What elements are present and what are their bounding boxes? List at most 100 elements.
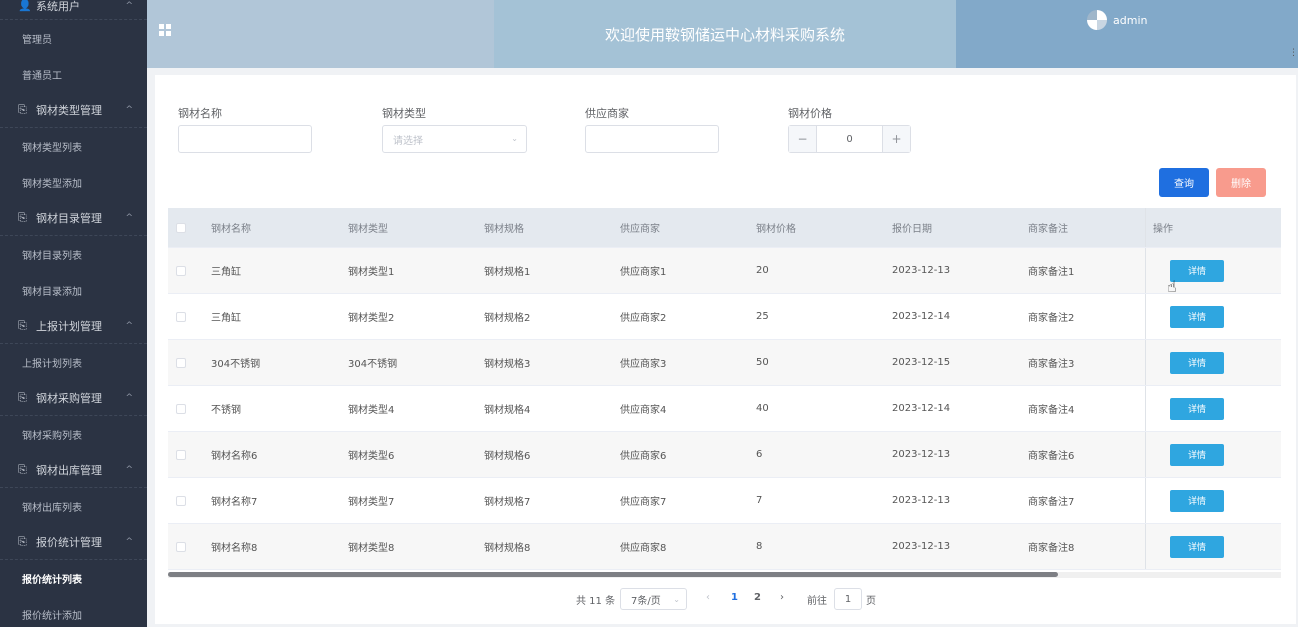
scrollbar-thumb[interactable]: [168, 572, 1058, 577]
sidebar-group[interactable]: 👤 系统用户 ^: [0, 0, 147, 20]
sidebar-item[interactable]: 钢材采购列表: [0, 416, 147, 452]
chevron-up-icon: ^: [125, 320, 133, 331]
supplier-label: 供应商家: [585, 107, 629, 120]
username[interactable]: admin: [1113, 14, 1147, 27]
table-cell: 钢材类型1: [348, 267, 395, 278]
row-checkbox[interactable]: [176, 541, 186, 552]
horizontal-scrollbar[interactable]: [168, 572, 1281, 578]
table-cell: 2023-12-14: [892, 403, 951, 414]
detail-button[interactable]: 详情: [1170, 489, 1224, 512]
table-cell: 钢材规格2: [484, 313, 531, 324]
table-cell: 商家备注3: [1028, 359, 1075, 370]
table-cell: 商家备注8: [1028, 543, 1075, 554]
user-icon: 👤: [18, 0, 32, 12]
doc-icon: ⎘: [18, 102, 27, 116]
table-cell: 商家备注2: [1028, 313, 1075, 324]
delete-button[interactable]: 删除: [1216, 168, 1266, 197]
sidebar-item[interactable]: 管理员: [0, 20, 147, 56]
sidebar-group[interactable]: ⎘ 钢材目录管理 ^: [0, 200, 147, 236]
sidebar-group[interactable]: ⎘ 报价统计管理 ^: [0, 524, 147, 560]
table-row: 钢材名称8 钢材类型8 钢材规格8 供应商家8 8 2023-12-13 商家备注8 详情: [168, 524, 1281, 570]
table-cell: 钢材规格7: [484, 497, 531, 508]
table-cell: 钢材名称8: [211, 543, 258, 554]
sidebar: 👤 系统用户 ^ 管理员 普通员工 ⎘ 钢材类型管理 ^ 钢材类型列表 钢材类型添加 ⎘ 钢材目录管理…: [0, 0, 147, 627]
steel-type-select[interactable]: 请选择 ⌄: [382, 125, 527, 153]
sidebar-group-label: 钢材采购管理: [36, 391, 102, 405]
sidebar-group[interactable]: ⎘ 钢材采购管理 ^: [0, 380, 147, 416]
select-all-checkbox[interactable]: [176, 222, 186, 233]
steel-name-input[interactable]: [178, 125, 312, 153]
price-label: 钢材价格: [788, 107, 832, 120]
column-header: 报价日期: [892, 224, 932, 235]
sidebar-item[interactable]: 上报计划列表: [0, 344, 147, 380]
table-row: 304不锈钢 304不锈钢 钢材规格3 供应商家3 50 2023-12-15 商家备注3 详…: [168, 340, 1281, 386]
doc-icon: ⎘: [18, 390, 27, 404]
decrement-button[interactable]: −: [789, 126, 817, 152]
detail-button[interactable]: 详情: [1170, 535, 1224, 558]
table-cell: 钢材类型2: [348, 313, 395, 324]
detail-button[interactable]: 详情: [1170, 351, 1224, 374]
table-cell: 三角缸: [211, 267, 241, 278]
row-checkbox[interactable]: [176, 357, 186, 368]
sidebar-item[interactable]: 普通员工: [0, 56, 147, 92]
detail-button[interactable]: 详情: [1170, 305, 1224, 328]
goto-page-input[interactable]: 1: [834, 588, 862, 610]
table-cell: 钢材名称7: [211, 497, 258, 508]
row-checkbox[interactable]: [176, 495, 186, 506]
table-cell: 供应商家3: [620, 359, 667, 370]
sidebar-group[interactable]: ⎘ 上报计划管理 ^: [0, 308, 147, 344]
row-checkbox[interactable]: [176, 403, 186, 414]
page-1[interactable]: 1: [731, 592, 738, 603]
table-cell: 钢材规格8: [484, 543, 531, 554]
price-stepper[interactable]: − 0 +: [788, 125, 911, 153]
page-2[interactable]: 2: [754, 592, 761, 603]
prev-page-button[interactable]: ‹: [706, 592, 710, 603]
detail-button[interactable]: 详情: [1170, 397, 1224, 420]
page-size-value: 7条/页: [631, 595, 661, 607]
table-cell: 2023-12-13: [892, 541, 951, 552]
table-cell: 钢材规格4: [484, 405, 531, 416]
row-checkbox[interactable]: [176, 265, 186, 276]
header-user: admin ⋮: [956, 0, 1298, 68]
supplier-input[interactable]: [585, 125, 719, 153]
row-checkbox[interactable]: [176, 449, 186, 460]
column-header: 钢材价格: [756, 224, 796, 235]
chevron-down-icon: ⌄: [511, 134, 518, 143]
increment-button[interactable]: +: [882, 126, 910, 152]
table-cell: 钢材规格6: [484, 451, 531, 462]
sidebar-item[interactable]: 钢材目录列表: [0, 236, 147, 272]
table-header: 钢材名称 钢材类型 钢材规格 供应商家 钢材价格 报价日期 商家备注 操作: [168, 208, 1281, 248]
detail-button[interactable]: 详情: [1170, 259, 1224, 282]
table-row: 钢材名称7 钢材类型7 钢材规格7 供应商家7 7 2023-12-13 商家备注7 详情: [168, 478, 1281, 524]
detail-button[interactable]: 详情: [1170, 443, 1224, 466]
sidebar-item[interactable]: 钢材类型添加: [0, 164, 147, 200]
menu-grid-icon[interactable]: [159, 24, 171, 36]
table-cell: 供应商家6: [620, 451, 667, 462]
table-cell: 不锈钢: [211, 405, 241, 416]
page-size-select[interactable]: 7条/页 ⌄: [620, 588, 687, 610]
next-page-button[interactable]: ›: [780, 592, 784, 603]
chevron-down-icon: ⌄: [673, 594, 680, 604]
sidebar-item[interactable]: 钢材目录添加: [0, 272, 147, 308]
table-cell: 三角缸: [211, 313, 241, 324]
chevron-up-icon: ^: [125, 392, 133, 403]
sidebar-group[interactable]: ⎘ 钢材类型管理 ^: [0, 92, 147, 128]
row-checkbox[interactable]: [176, 311, 186, 322]
sidebar-item[interactable]: 钢材出库列表: [0, 488, 147, 524]
avatar[interactable]: [1087, 10, 1107, 30]
query-button[interactable]: 查询: [1159, 168, 1209, 197]
column-header: 钢材名称: [211, 224, 251, 235]
table-cell: 2023-12-13: [892, 265, 951, 276]
chevron-up-icon: ^: [125, 0, 133, 11]
price-value[interactable]: 0: [817, 126, 882, 152]
sidebar-item[interactable]: 钢材类型列表: [0, 128, 147, 164]
table-cell: 商家备注4: [1028, 405, 1075, 416]
more-icon[interactable]: ⋮: [1289, 48, 1298, 58]
sidebar-item[interactable]: 报价统计列表: [0, 560, 147, 596]
sidebar-item[interactable]: 报价统计添加: [0, 596, 147, 627]
sidebar-group[interactable]: ⎘ 钢材出库管理 ^: [0, 452, 147, 488]
table-cell: 2023-12-13: [892, 495, 951, 506]
table-cell: 2023-12-14: [892, 311, 951, 322]
table-cell: 20: [756, 265, 769, 276]
table-cell: 6: [756, 449, 763, 460]
